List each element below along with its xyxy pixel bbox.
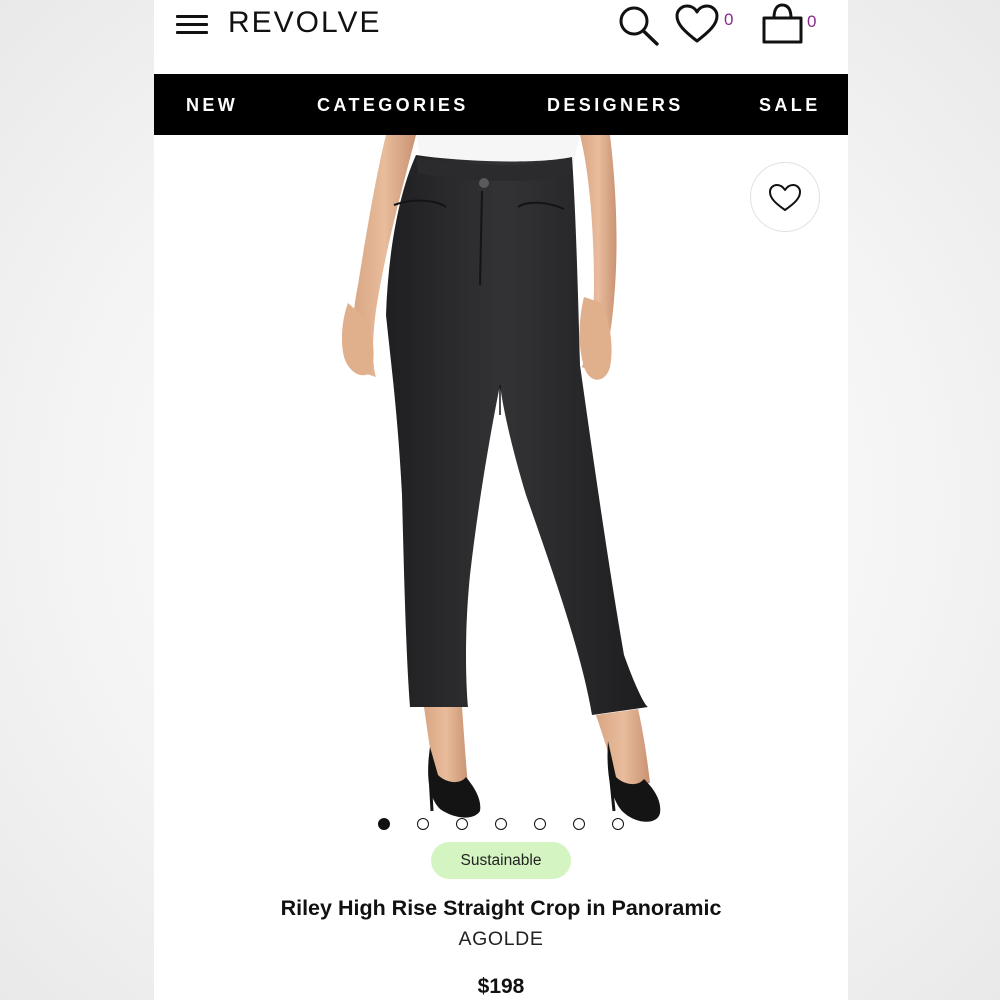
search-icon[interactable] <box>616 2 662 48</box>
product-image[interactable] <box>154 135 848 835</box>
product-price: $198 <box>477 975 525 998</box>
gallery-dot[interactable] <box>417 818 429 830</box>
bag-count: 0 <box>807 12 817 31</box>
product-page: REVOLVE 0 0 NEW CATEGORIES DESIGNERS SAL… <box>154 0 848 1000</box>
product-photo <box>341 135 661 822</box>
gallery-dot[interactable] <box>456 818 468 830</box>
shopping-bag-icon[interactable] <box>760 2 806 46</box>
gallery-dot[interactable] <box>573 818 585 830</box>
wishlist-count: 0 <box>724 10 734 29</box>
add-to-wishlist-button[interactable] <box>750 162 820 232</box>
heart-icon[interactable] <box>674 4 720 46</box>
gallery-dot[interactable] <box>534 818 546 830</box>
nav-item-categories[interactable]: CATEGORIES <box>317 74 469 135</box>
site-logo[interactable]: REVOLVE <box>228 4 382 42</box>
product-title: Riley High Rise Straight Crop in Panoram… <box>280 896 722 920</box>
nav-item-new[interactable]: NEW <box>186 74 238 135</box>
product-brand[interactable]: AGOLDE <box>154 925 848 953</box>
sustainable-badge: Sustainable <box>431 842 571 879</box>
heart-icon <box>769 184 801 211</box>
gallery-pagination <box>154 818 848 834</box>
site-header: REVOLVE 0 0 <box>154 0 848 74</box>
gallery-dot[interactable] <box>378 818 390 830</box>
gallery-dot[interactable] <box>612 818 624 830</box>
gallery-dot[interactable] <box>495 818 507 830</box>
menu-icon[interactable] <box>174 12 210 38</box>
nav-item-sale[interactable]: SALE <box>759 74 821 135</box>
main-nav: NEW CATEGORIES DESIGNERS SALE <box>154 74 848 135</box>
nav-item-designers[interactable]: DESIGNERS <box>547 74 684 135</box>
